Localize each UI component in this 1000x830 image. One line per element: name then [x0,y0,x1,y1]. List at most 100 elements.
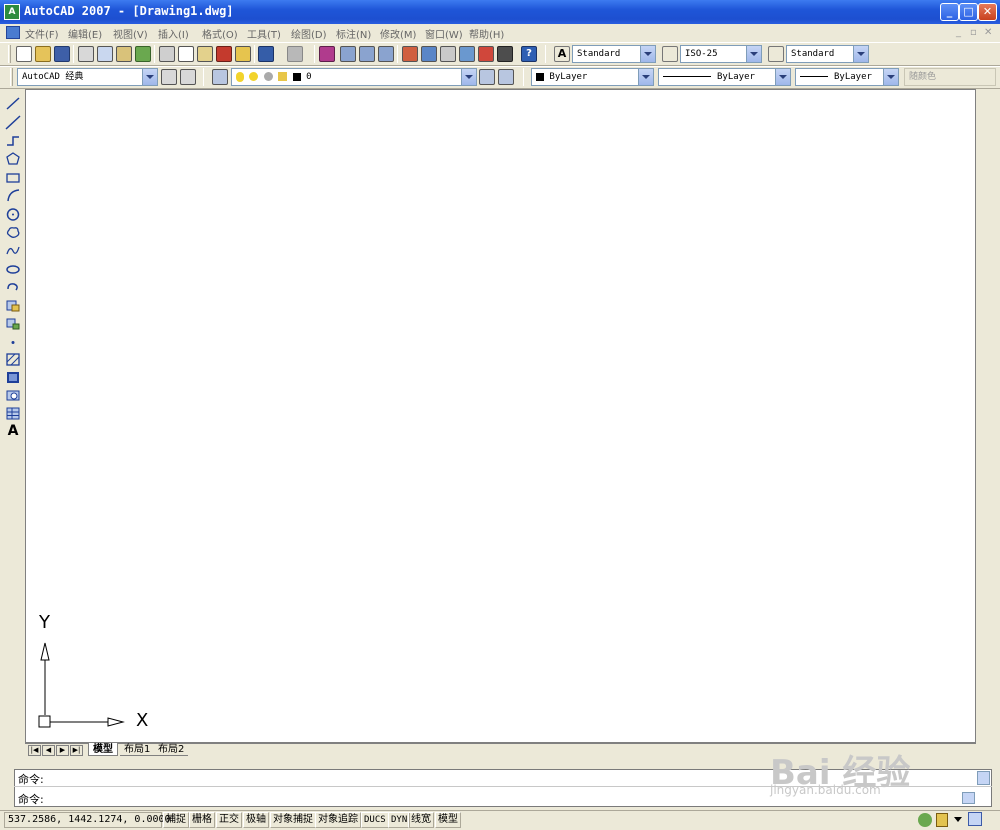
chevron-down-icon[interactable] [746,46,761,62]
paste-icon[interactable] [197,46,213,62]
workspace-select[interactable]: AutoCAD 经典 [17,68,158,86]
maximize-button[interactable]: □ [959,3,978,21]
cut-icon[interactable] [159,46,175,62]
polyline-icon[interactable] [5,133,21,148]
markup-icon[interactable] [478,46,494,62]
ellipse-arc-icon[interactable] [5,280,21,295]
minimize-button[interactable]: _ [940,3,959,21]
doc-close-button[interactable]: ✕ [984,27,992,38]
drawing-canvas[interactable] [25,89,976,743]
model-space-toggle[interactable]: 模型 [435,812,461,828]
plot-preview-icon[interactable] [97,46,113,62]
workspace-settings-icon[interactable] [161,69,177,85]
color-select[interactable]: ByLayer [531,68,654,86]
table-icon[interactable] [5,406,21,421]
command-scroll-up[interactable] [977,771,990,785]
menu-tools[interactable]: 工具(T) [247,26,281,41]
layer-select[interactable]: 0 [231,68,477,86]
toolbar-lock-icon[interactable] [936,813,948,827]
osnap-toggle[interactable]: 对象捕捉 [270,812,316,828]
3d-dwf-icon[interactable] [135,46,151,62]
chevron-down-icon[interactable] [640,46,655,62]
polar-toggle[interactable]: 极轴 [243,812,269,828]
region-icon[interactable] [5,388,21,403]
hatch-icon[interactable] [5,352,21,367]
ortho-toggle[interactable]: 正交 [216,812,242,828]
sheet-set-icon[interactable] [459,46,475,62]
doc-restore-button[interactable]: ▫ [970,27,977,38]
menu-insert[interactable]: 插入(I) [158,26,189,41]
calculator-icon[interactable] [497,46,513,62]
ducs-toggle[interactable]: DUCS [361,812,389,828]
pan-realtime-icon[interactable] [319,46,335,62]
print-icon[interactable] [78,46,94,62]
make-object-layer-current-icon[interactable] [479,69,495,85]
communication-center-icon[interactable] [918,813,932,827]
rectangle-icon[interactable] [5,170,21,185]
menu-window[interactable]: 窗口(W) [425,26,463,41]
close-button[interactable]: ✕ [978,3,997,21]
grid-toggle[interactable]: 栅格 [189,812,215,828]
chevron-down-icon[interactable] [853,46,868,62]
chevron-down-icon[interactable] [142,69,157,85]
properties-icon[interactable] [402,46,418,62]
tab-model[interactable]: 模型 [88,743,118,756]
tab-layout1[interactable]: 布局1 [120,743,155,756]
clean-screen-icon[interactable] [968,812,982,826]
text-style-icon[interactable]: A [554,46,570,62]
toolbar-grip[interactable] [8,45,11,63]
menu-view[interactable]: 视图(V) [113,26,148,41]
match-properties-icon[interactable] [216,46,232,62]
linetype-select[interactable]: ByLayer [658,68,791,86]
construction-line-icon[interactable] [5,115,21,130]
dim-style-select[interactable]: ISO-25 [680,45,762,63]
ellipse-icon[interactable] [5,262,21,277]
snap-toggle[interactable]: 捕捉 [163,812,189,828]
layer-properties-icon[interactable] [212,69,228,85]
tab-layout2[interactable]: 布局2 [154,743,189,756]
block-editor-icon[interactable] [235,46,251,62]
document-icon[interactable] [6,26,20,39]
next-tab-button[interactable]: ▶ [56,745,69,756]
point-icon[interactable] [5,335,21,350]
revision-cloud-icon[interactable] [5,225,21,240]
design-center-icon[interactable] [421,46,437,62]
new-icon[interactable] [16,46,32,62]
copy-icon[interactable] [178,46,194,62]
text-style-select[interactable]: Standard [572,45,656,63]
otrack-toggle[interactable]: 对象追踪 [315,812,361,828]
command-scroll-right[interactable] [962,792,975,804]
chevron-down-icon[interactable] [775,69,790,85]
table-style-icon[interactable] [768,46,784,62]
chevron-down-icon[interactable] [883,69,898,85]
publish-icon[interactable] [116,46,132,62]
table-style-select[interactable]: Standard [786,45,869,63]
menu-edit[interactable]: 编辑(E) [68,26,102,41]
help-icon[interactable]: ? [521,46,537,62]
redo-icon[interactable] [287,46,303,62]
menu-file[interactable]: 文件(F) [25,26,59,41]
menu-draw[interactable]: 绘图(D) [291,26,327,41]
polygon-icon[interactable] [5,151,21,166]
lineweight-select[interactable]: ByLayer [795,68,899,86]
status-menu-chevron-icon[interactable] [954,817,962,822]
doc-minimize-button[interactable]: _ [956,27,961,38]
tool-palettes-icon[interactable] [440,46,456,62]
open-icon[interactable] [35,46,51,62]
make-block-icon[interactable] [5,316,21,331]
undo-icon[interactable] [258,46,274,62]
menu-modify[interactable]: 修改(M) [380,26,416,41]
last-tab-button[interactable]: ▶| [70,745,83,756]
insert-block-icon[interactable] [5,298,21,313]
plot-style-select[interactable]: 随颜色 [904,68,996,86]
menu-dimension[interactable]: 标注(N) [336,26,371,41]
line-icon[interactable] [5,96,21,111]
chevron-down-icon[interactable] [461,69,476,85]
save-workspace-icon[interactable] [180,69,196,85]
toolbar-grip[interactable] [10,68,13,86]
first-tab-button[interactable]: |◀ [28,745,41,756]
dyn-toggle[interactable]: DYN [388,812,411,828]
zoom-realtime-icon[interactable] [340,46,356,62]
menu-format[interactable]: 格式(O) [202,26,238,41]
spline-icon[interactable] [5,243,21,258]
